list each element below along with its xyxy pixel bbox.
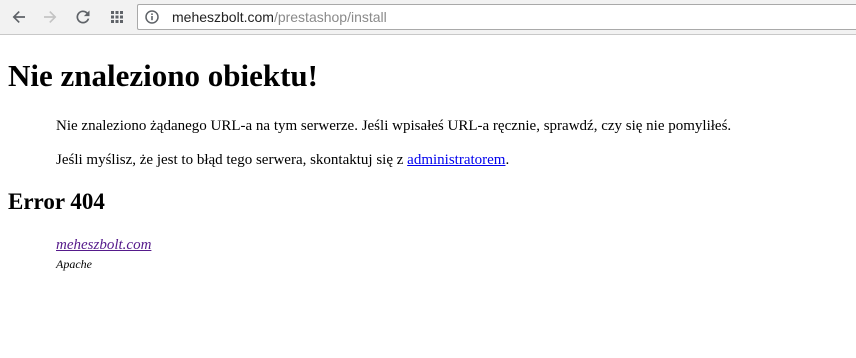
forward-button[interactable] — [40, 7, 60, 27]
arrow-right-icon — [44, 11, 57, 23]
host-link[interactable]: meheszbolt.com — [56, 236, 151, 254]
browser-toolbar: meheszbolt.com/prestashop/install — [0, 0, 856, 35]
contact-prefix: Jeśli myślisz, że jest to błąd tego serw… — [56, 152, 408, 168]
error-message: Nie znaleziono żądanego URL-a na tym ser… — [56, 118, 732, 134]
page-title: Nie znaleziono obiektu! — [8, 58, 318, 93]
url-path: /prestashop/install — [273, 9, 387, 25]
info-icon[interactable] — [145, 10, 159, 24]
address-bar[interactable]: meheszbolt.com/prestashop/install — [137, 4, 856, 30]
apps-grid-icon — [111, 11, 123, 23]
back-button[interactable] — [9, 7, 29, 27]
server-address: meheszbolt.com Apache — [56, 236, 151, 272]
reload-button[interactable] — [73, 7, 93, 27]
apps-button[interactable] — [107, 7, 127, 27]
contact-message: Jeśli myślisz, że jest to błąd tego serw… — [56, 151, 509, 169]
url-host: meheszbolt.com — [172, 9, 274, 25]
error-code-heading: Error 404 — [8, 189, 105, 214]
contact-suffix: . — [505, 152, 510, 168]
page-content: Nie znaleziono obiektu! Nie znaleziono ż… — [0, 36, 856, 358]
url-text[interactable]: meheszbolt.com/prestashop/install — [172, 9, 387, 25]
arrow-left-icon — [12, 11, 25, 23]
server-name: Apache — [56, 257, 92, 271]
administrator-link[interactable]: administratorem — [407, 152, 505, 168]
reload-icon — [76, 10, 90, 24]
